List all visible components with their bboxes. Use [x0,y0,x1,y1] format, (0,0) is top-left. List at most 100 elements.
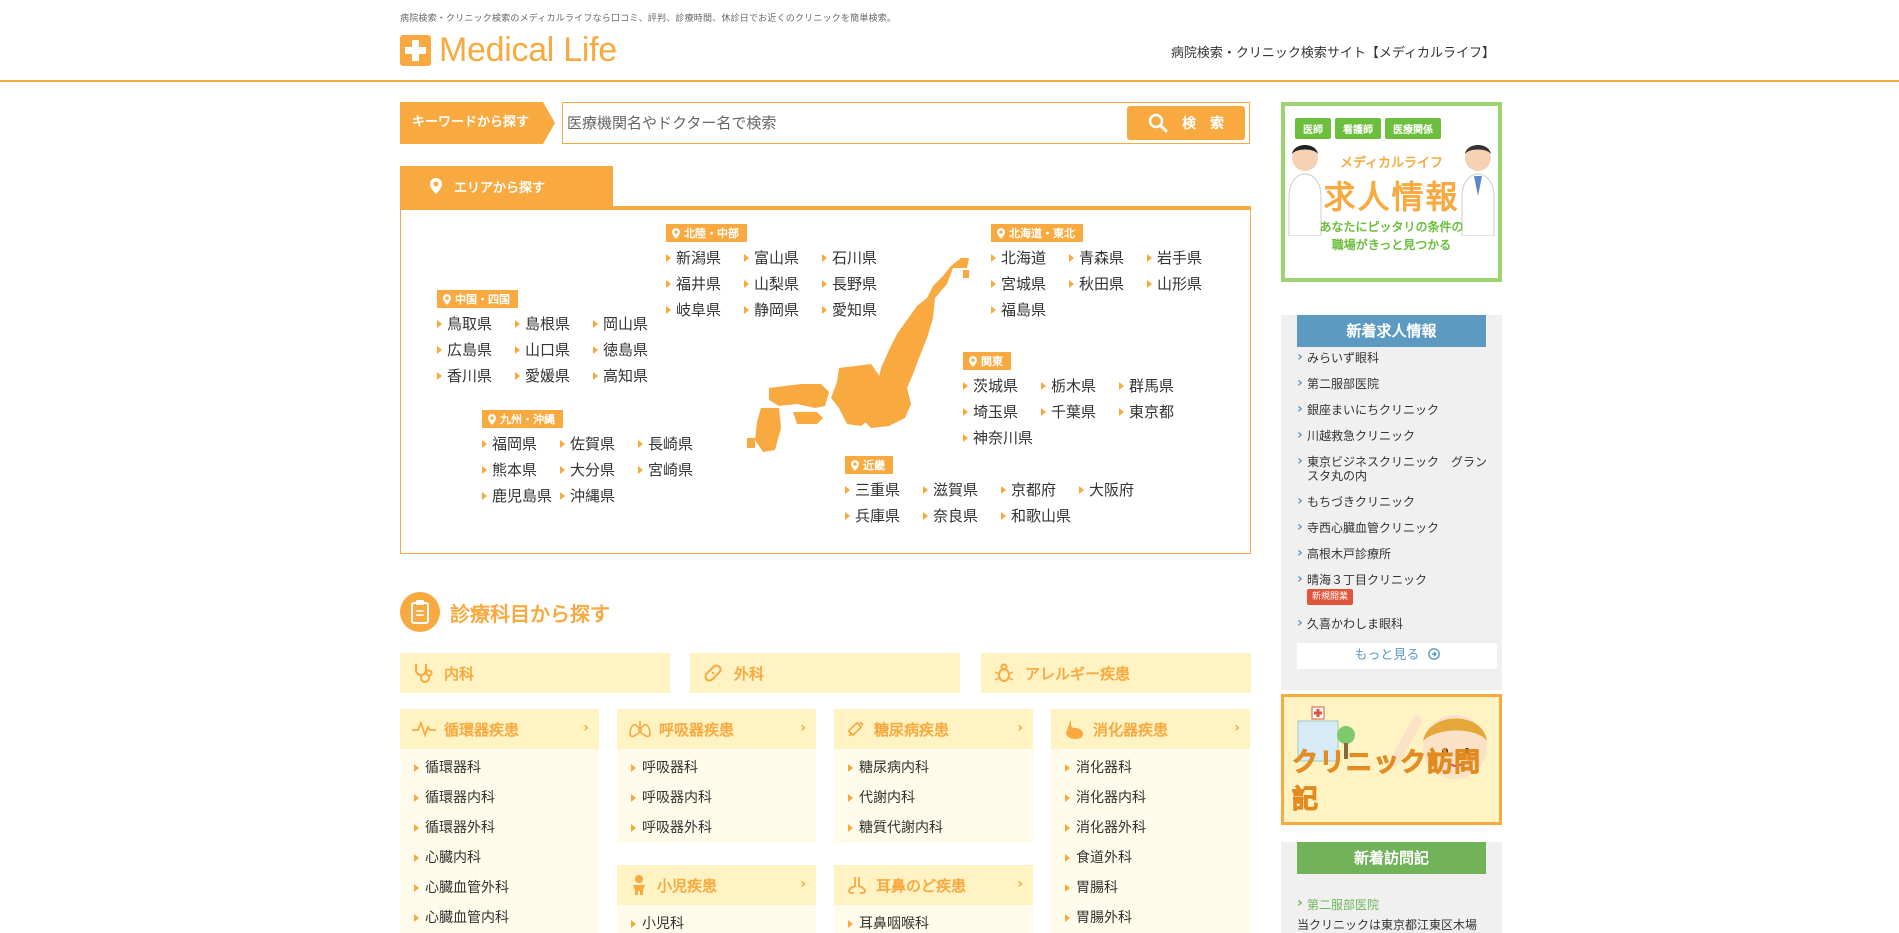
pref-link[interactable]: 群馬県 [1119,375,1197,396]
list-item[interactable]: 心臓内科 [400,843,599,873]
list-item[interactable]: 久喜かわしま眼科 [1297,616,1492,631]
pref-link[interactable]: 和歌山県 [1001,505,1079,526]
pref-link[interactable]: 栃木県 [1041,375,1119,396]
list-item[interactable]: 東京ビジネスクリニック グランスタ丸の内 [1297,454,1492,483]
pref-link[interactable]: 京都府 [1001,479,1079,500]
list-item[interactable]: 寺西心臓血管クリニック [1297,520,1492,535]
job-info-banner[interactable]: 医師 看護師 医療関係 メディカルライフ 求人情報 あなたにピッタリの条件の 職… [1281,102,1502,282]
list-item[interactable]: 第二服部医院 [1297,376,1492,391]
site-logo[interactable]: Medical Life [400,31,617,69]
visit-clinic-link[interactable]: 第二服部医院 [1297,895,1379,913]
pref-link[interactable]: 奈良県 [923,505,1001,526]
list-item[interactable]: 小児科 [617,909,816,933]
list-item[interactable]: 高根木戸診療所 [1297,546,1492,561]
pref-link[interactable]: 福井県 [666,273,744,294]
dept-geka[interactable]: 外科 [690,653,960,693]
banner-big-text: 求人情報 [1323,178,1460,216]
pref-link[interactable]: 愛知県 [822,299,900,320]
pref-link[interactable]: 長野県 [822,273,900,294]
pref-link[interactable]: 徳島県 [593,339,671,360]
list-item[interactable]: 胃腸外科 [1051,903,1250,933]
pref-link[interactable]: 神奈川県 [963,427,1041,448]
pref-link[interactable]: 静岡県 [744,299,822,320]
list-item[interactable]: もちづきクリニック [1297,494,1492,509]
pref-link[interactable]: 新潟県 [666,247,744,268]
list-item[interactable]: 胃腸科 [1051,873,1250,903]
pref-link[interactable]: 大阪府 [1079,479,1157,500]
category-header[interactable]: 循環器疾患 › [400,709,599,749]
dept-naika[interactable]: 内科 [400,653,670,693]
pref-link[interactable]: 石川県 [822,247,900,268]
pref-link[interactable]: 広島県 [437,339,515,360]
pref-link[interactable]: 山形県 [1147,273,1225,294]
pref-link[interactable]: 兵庫県 [845,505,923,526]
pref-link[interactable]: 鳥取県 [437,313,515,334]
pref-link[interactable]: 島根県 [515,313,593,334]
pref-link[interactable]: 岡山県 [593,313,671,334]
list-item[interactable]: 銀座まいにちクリニック [1297,402,1492,417]
list-item[interactable]: 呼吸器内科 [617,783,816,813]
pref-link[interactable]: 埼玉県 [963,401,1041,422]
list-item[interactable]: 呼吸器外科 [617,813,816,843]
category-header[interactable]: 小児疾患 › [617,865,816,905]
pref-link[interactable]: 長崎県 [638,433,716,454]
list-item[interactable]: みらいず眼科 [1297,350,1492,365]
list-item[interactable]: 心臓血管内科 [400,903,599,933]
list-item[interactable]: 食道外科 [1051,843,1250,873]
list-item[interactable]: 呼吸器科 [617,753,816,783]
list-item[interactable]: 心臓血管外科 [400,873,599,903]
list-item[interactable]: 循環器科 [400,753,599,783]
search-input[interactable] [567,107,1127,139]
category-header[interactable]: 耳鼻のど疾患 › [834,865,1033,905]
list-item[interactable]: 循環器外科 [400,813,599,843]
list-item[interactable]: 糖質代謝内科 [834,813,1033,843]
pref-link[interactable]: 熊本県 [482,459,560,480]
pref-link[interactable]: 宮城県 [991,273,1069,294]
search-button[interactable]: 検 索 [1127,106,1245,140]
pref-link[interactable]: 岩手県 [1147,247,1225,268]
pref-link[interactable]: 香川県 [437,365,515,386]
list-item[interactable]: 川越救急クリニック [1297,428,1492,443]
pref-link[interactable]: 富山県 [744,247,822,268]
chevron-right-icon: › [800,876,806,892]
pref-link[interactable]: 高知県 [593,365,671,386]
list-item[interactable]: 循環器内科 [400,783,599,813]
list-item[interactable]: 消化器科 [1051,753,1250,783]
category-header[interactable]: 糖尿病疾患 › [834,709,1033,749]
pref-link[interactable]: 福岡県 [482,433,560,454]
pref-link[interactable]: 宮崎県 [638,459,716,480]
search-box: 検 索 [562,102,1250,144]
pref-link[interactable]: 秋田県 [1069,273,1147,294]
area-search-tab[interactable]: エリアから探す [400,166,613,206]
list-item[interactable]: 消化器外科 [1051,813,1250,843]
list-item[interactable]: 消化器内科 [1051,783,1250,813]
list-item[interactable]: 代謝内科 [834,783,1033,813]
list-item[interactable]: 耳鼻咽喉科 [834,909,1033,933]
pref-link[interactable]: 青森県 [1069,247,1147,268]
list-item[interactable]: 晴海３丁目クリニック 新規開業 [1297,572,1492,605]
category-header[interactable]: 呼吸器疾患 › [617,709,816,749]
pref-link[interactable]: 佐賀県 [560,433,638,454]
list-item[interactable]: 糖尿病内科 [834,753,1033,783]
pref-link[interactable]: 愛媛県 [515,365,593,386]
heartbeat-icon [412,721,436,737]
pref-link[interactable]: 滋賀県 [923,479,1001,500]
pref-link[interactable]: 岐阜県 [666,299,744,320]
clinic-visit-banner[interactable]: クリニック訪問記 [1281,694,1502,825]
dept-allergy[interactable]: アレルギー疾患 [981,653,1251,693]
pref-link[interactable]: 東京都 [1119,401,1197,422]
pref-link[interactable]: 三重県 [845,479,923,500]
category-header[interactable]: 消化器疾患 › [1051,709,1250,749]
pref-link[interactable]: 茨城県 [963,375,1041,396]
new-opening-badge: 新規開業 [1307,589,1354,605]
more-button[interactable]: もっと見る [1297,643,1497,669]
pref-link[interactable]: 山梨県 [744,273,822,294]
pref-link[interactable]: 大分県 [560,459,638,480]
pref-link[interactable]: 鹿児島県 [482,485,560,506]
pref-link[interactable]: 山口県 [515,339,593,360]
pref-link[interactable]: 千葉県 [1041,401,1119,422]
pref-link[interactable]: 沖縄県 [560,485,638,506]
pref-link[interactable]: 福島県 [991,299,1069,320]
pref-link[interactable]: 北海道 [991,247,1069,268]
child-icon [633,875,645,895]
